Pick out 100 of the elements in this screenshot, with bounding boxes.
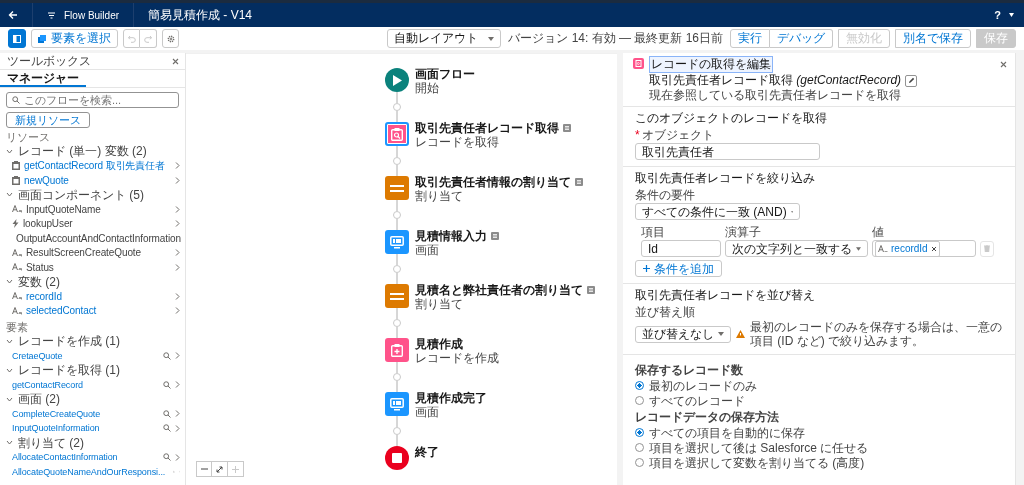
radio-option[interactable]: すべてのレコード bbox=[635, 393, 1003, 408]
resource-link[interactable]: CompleteCreateQuote bbox=[12, 408, 101, 419]
add-condition-button[interactable]: 条件を追加 bbox=[635, 260, 722, 277]
description-icon[interactable] bbox=[587, 286, 595, 294]
close-icon[interactable] bbox=[172, 57, 179, 65]
radio-button[interactable] bbox=[635, 428, 644, 437]
delete-button[interactable] bbox=[980, 240, 994, 257]
radio-button[interactable] bbox=[635, 396, 644, 405]
field-label: 並び替え順 bbox=[635, 305, 696, 319]
chevron-icon[interactable] bbox=[6, 439, 13, 447]
scrollbar[interactable] bbox=[1015, 53, 1024, 485]
radio-button[interactable] bbox=[635, 458, 644, 467]
flow-node-tile[interactable] bbox=[385, 284, 409, 308]
toolbar-button[interactable]: 実行 bbox=[730, 29, 770, 48]
resource-link[interactable]: Status bbox=[26, 261, 54, 273]
description-icon[interactable] bbox=[563, 124, 571, 132]
resource-link[interactable]: getContactRecord 取引先責任者 bbox=[24, 158, 166, 173]
group-label[interactable]: レコードを取得 (1) bbox=[18, 363, 120, 378]
node-title: 画面フロー bbox=[415, 67, 475, 81]
toolbar-button[interactable]: 別名で保存 bbox=[895, 29, 971, 48]
condition-requirement-dropdown[interactable]: すべての条件に一致 (AND) bbox=[635, 203, 800, 220]
element-description: 現在参照している取引先責任者レコードを取得 bbox=[649, 88, 902, 103]
column-label: 項目 bbox=[641, 225, 666, 239]
toolbar-button[interactable]: デバッグ bbox=[770, 29, 833, 48]
search-field[interactable]: このフローを検索... bbox=[6, 92, 179, 108]
editor-title: レコードの取得を編集 bbox=[649, 56, 773, 73]
clipboard-icon bbox=[12, 175, 20, 185]
group-label[interactable]: レコードを作成 (1) bbox=[18, 334, 120, 349]
resource-link[interactable]: AllocateContactInformation bbox=[12, 452, 118, 463]
radio-option[interactable]: すべての項目を自動的に保存 bbox=[635, 425, 1003, 440]
minus-icon bbox=[200, 468, 208, 470]
new-resource-button[interactable]: 新規リソース bbox=[6, 112, 90, 128]
resource-pill[interactable]: recordId bbox=[875, 240, 940, 257]
node-type: 開始 bbox=[415, 81, 440, 95]
resource-link[interactable]: ResultScreenCreateQuote bbox=[26, 247, 141, 259]
flow-node-tile[interactable] bbox=[385, 392, 409, 416]
resource-link[interactable]: lookupUser bbox=[23, 218, 73, 230]
node-title: 取引先責任者情報の割り当て bbox=[415, 175, 571, 189]
group-label[interactable]: 割り当て (2) bbox=[18, 435, 84, 450]
flow-node-tile[interactable] bbox=[385, 230, 409, 254]
toggle-panel-button[interactable] bbox=[8, 29, 26, 48]
resource-link[interactable]: getContactRecord bbox=[12, 379, 83, 390]
resource-link[interactable]: newQuote bbox=[24, 174, 69, 186]
group-label[interactable]: 変数 (2) bbox=[18, 274, 60, 289]
group-label[interactable]: レコード (単一) 変数 (2) bbox=[18, 144, 147, 159]
field-input[interactable]: Id bbox=[641, 240, 721, 257]
chevron-icon[interactable] bbox=[6, 278, 13, 286]
zoom-out-button[interactable] bbox=[196, 461, 212, 477]
manager-tab[interactable]: マネージャー bbox=[0, 70, 86, 87]
resource-link[interactable]: AllocateQuoteNameAndOurResponsi... bbox=[12, 466, 166, 477]
select-elements-button[interactable]: 要素を選択 bbox=[31, 29, 118, 48]
play-icon bbox=[392, 74, 402, 86]
radio-option[interactable]: 最初のレコードのみ bbox=[635, 378, 1003, 393]
resource-link[interactable]: CretaeQuote bbox=[12, 350, 63, 361]
back-arrow-icon[interactable] bbox=[8, 10, 18, 20]
fit-view-button[interactable] bbox=[212, 461, 228, 477]
description-icon[interactable] bbox=[575, 178, 583, 186]
app-name: Flow Builder bbox=[64, 9, 120, 21]
help-menu[interactable]: ? bbox=[994, 9, 1001, 21]
radio-option[interactable]: 項目を選択して後は Salesforce に任せる bbox=[635, 440, 1003, 455]
node-title: 見積作成完了 bbox=[415, 391, 487, 405]
section-title: このオブジェクトのレコードを取得 bbox=[635, 111, 828, 125]
chevron-icon[interactable] bbox=[6, 147, 13, 155]
group-label[interactable]: 画面 (2) bbox=[18, 392, 60, 407]
chevron-icon[interactable] bbox=[6, 191, 13, 199]
stop-icon bbox=[392, 453, 402, 463]
flow-node-tile[interactable] bbox=[385, 446, 409, 470]
sort-order-dropdown[interactable]: 並び替えなし bbox=[635, 325, 731, 343]
resource-link[interactable]: recordId bbox=[26, 290, 62, 302]
description-icon[interactable] bbox=[491, 232, 499, 240]
value-field[interactable]: recordId bbox=[872, 240, 976, 257]
chevron-icon[interactable] bbox=[6, 337, 13, 345]
operator-dropdown[interactable]: 次の文字列と一致する bbox=[725, 240, 868, 257]
flow-node-tile[interactable] bbox=[385, 176, 409, 200]
section-title: 取引先責任者レコードを絞り込み bbox=[635, 171, 816, 185]
resource-link[interactable]: OutputAccountAndContactInformation bbox=[16, 232, 182, 244]
text-icon bbox=[12, 248, 22, 257]
flow-node-tile[interactable] bbox=[385, 68, 409, 92]
clipboard-search-icon bbox=[391, 127, 403, 141]
chevron-icon[interactable] bbox=[6, 395, 13, 403]
node-type: レコードを作成 bbox=[415, 351, 499, 365]
close-icon[interactable] bbox=[1000, 61, 1007, 68]
radio-option[interactable]: 項目を選択して変数を割り当てる (高度) bbox=[635, 455, 1003, 470]
chevron-icon[interactable] bbox=[6, 366, 13, 374]
radio-button[interactable] bbox=[635, 381, 644, 390]
radio-button[interactable] bbox=[635, 443, 644, 452]
settings-button[interactable] bbox=[162, 29, 179, 48]
resource-link[interactable]: selectedContact bbox=[26, 305, 97, 317]
flow-node-tile[interactable] bbox=[385, 122, 409, 146]
expand-icon bbox=[216, 465, 223, 473]
flow-node-tile[interactable] bbox=[385, 338, 409, 362]
object-field[interactable]: 取引先責任者 bbox=[635, 143, 820, 160]
edit-button[interactable] bbox=[905, 74, 918, 87]
close-icon[interactable] bbox=[930, 245, 937, 252]
node-title: 見積作成 bbox=[415, 337, 463, 351]
resource-link[interactable]: InputQuoteInformation bbox=[12, 423, 100, 434]
connector-line bbox=[393, 146, 401, 176]
layout-dropdown[interactable]: 自動レイアウト bbox=[387, 29, 502, 48]
resource-link[interactable]: InputQuoteName bbox=[26, 203, 101, 215]
group-label[interactable]: 画面コンポーネント (5) bbox=[18, 187, 144, 202]
